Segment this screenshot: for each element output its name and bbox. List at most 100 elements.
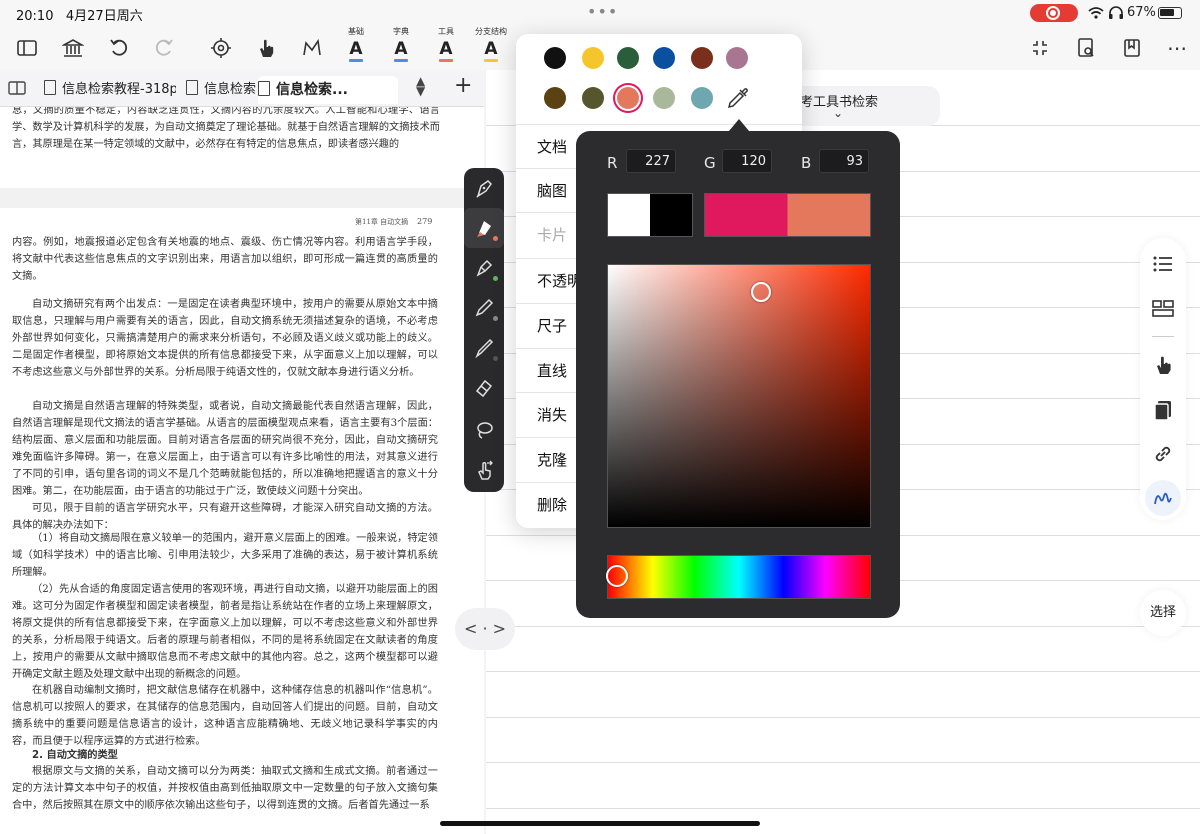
- select-button[interactable]: 选择: [1140, 590, 1186, 636]
- paragraph: （1）将自动文摘局限在意义较单一的范围内，避开意义层面上的困难。一般来说，特定领…: [12, 533, 438, 578]
- library-icon[interactable]: [59, 34, 87, 62]
- hue-knob[interactable]: [606, 565, 628, 587]
- blue-label: B: [801, 154, 812, 172]
- right-sidebar: [1140, 238, 1186, 520]
- tab-document-2[interactable]: 信息检索: [186, 76, 256, 104]
- red-field[interactable]: 227: [626, 149, 676, 173]
- multitask-dots-icon[interactable]: •••: [587, 2, 618, 21]
- headphones-icon: [1109, 6, 1123, 19]
- color-swatch[interactable]: [617, 47, 639, 69]
- pen-tool-column: [464, 168, 504, 492]
- tab-document-1[interactable]: 信息检索教程-318p: [44, 76, 176, 104]
- page-header: 第11章 自动文摘 279: [355, 217, 433, 226]
- picker-arrow: [729, 119, 749, 131]
- paragraph: （2）先从合适的角度固定语言使用的客观环境，再进行自动文摘，以避开功能层面上的困…: [12, 584, 438, 680]
- redo-icon[interactable]: [150, 34, 178, 62]
- color-swatch[interactable]: [544, 87, 566, 109]
- chevron-down-icon: ⌄: [833, 106, 844, 120]
- layout-icon[interactable]: [1151, 296, 1175, 320]
- hand-pointer-icon[interactable]: [1151, 353, 1175, 377]
- divider: [1152, 336, 1174, 337]
- paragraph: 根据原文与文摘的关系，自动文摘可以分为两类：抽取式文摘和生成式文摘。前者通过一定…: [12, 766, 438, 811]
- settings-icon[interactable]: [207, 34, 235, 62]
- blue-field[interactable]: 93: [819, 149, 869, 173]
- color-swatch[interactable]: [653, 87, 675, 109]
- format-branch-button[interactable]: 分支结构 A: [471, 26, 511, 62]
- color-preview: [704, 193, 871, 237]
- list-icon[interactable]: [1151, 252, 1175, 276]
- color-swatch[interactable]: [691, 87, 713, 109]
- sv-knob[interactable]: [751, 282, 771, 302]
- reference-tab[interactable]: 参考工具书检索 ⌄: [785, 86, 940, 126]
- section-heading: 2. 自动文摘的类型: [32, 750, 118, 761]
- ruled-line: [486, 808, 1200, 809]
- marker-icon[interactable]: [464, 248, 504, 288]
- document-pane[interactable]: 息，文摘的质量不稳定，内容缺乏连贯性，文摘内容的冗余度较大。人工智能和心理学、语…: [0, 70, 484, 834]
- link-icon[interactable]: [1151, 442, 1175, 466]
- bookmark-icon[interactable]: [1118, 34, 1146, 62]
- color-swatch[interactable]: [582, 47, 604, 69]
- wifi-icon: [1088, 7, 1104, 19]
- brush-icon[interactable]: [464, 328, 504, 368]
- hue-slider[interactable]: [607, 555, 871, 599]
- fountain-pen-icon[interactable]: [464, 168, 504, 208]
- touch-icon[interactable]: [464, 450, 504, 490]
- collapse-icon[interactable]: [1026, 34, 1054, 62]
- document-icon: [258, 81, 270, 96]
- color-swatch[interactable]: [726, 47, 748, 69]
- paragraph: 自动文摘是自然语言理解的特殊类型，或者说，自动文摘最能代表自然语言理解，因此，自…: [12, 401, 438, 497]
- tab-bar: 信息检索教程-318p 信息检索 信息检索... ▲ ▼ +: [0, 70, 484, 107]
- more-icon[interactable]: ⋯: [1163, 34, 1191, 62]
- home-indicator: [440, 821, 760, 826]
- split-view-icon[interactable]: [8, 81, 26, 95]
- format-dictionary-button[interactable]: 字典 A: [381, 26, 421, 62]
- squiggle-button[interactable]: [1145, 480, 1181, 516]
- sidebar-icon[interactable]: [13, 34, 41, 62]
- paragraph: 自动文摘研究有两个出发点：一是固定在读者典型环境中，按用户的需要从原始文本中摘取…: [12, 299, 438, 378]
- color-swatch-selected[interactable]: [617, 87, 639, 109]
- green-label: G: [704, 154, 716, 172]
- format-tools-button[interactable]: 工具 A: [426, 26, 466, 62]
- eraser-icon[interactable]: [464, 368, 504, 408]
- status-time: 20:10 4月27日周六: [16, 9, 143, 24]
- green-field[interactable]: 120: [722, 149, 772, 173]
- highlight-icon[interactable]: [298, 34, 326, 62]
- undo-icon[interactable]: [105, 34, 133, 62]
- color-swatch[interactable]: [544, 47, 566, 69]
- ruled-line: [486, 762, 1200, 763]
- document-top-text: 息，文摘的质量不稳定，内容缺乏连贯性，文摘内容的冗余度较大。人工智能和心理学、语…: [12, 105, 440, 150]
- color-swatch[interactable]: [691, 47, 713, 69]
- add-tab-icon[interactable]: +: [454, 73, 472, 98]
- eyedropper-icon[interactable]: [726, 86, 750, 110]
- page-nav-pill[interactable]: < · >: [455, 608, 515, 650]
- tab-document-3[interactable]: 信息检索...: [258, 76, 398, 104]
- bw-preview[interactable]: [607, 193, 693, 237]
- recording-indicator[interactable]: [1030, 4, 1078, 22]
- format-basic-button[interactable]: 基础 A: [336, 26, 376, 62]
- ruled-line: [486, 626, 1200, 627]
- record-icon: [1046, 6, 1060, 20]
- copy-icon[interactable]: [1151, 398, 1175, 422]
- battery-icon: [1158, 7, 1182, 19]
- status-bar: 20:10 4月27日周六 ••• 67%: [0, 0, 1200, 26]
- ruled-line: [486, 717, 1200, 718]
- paragraph: 内容。例如，地震报道必定包含有关地震的地点、震级、伤亡情况等内容。利用语言学手段…: [12, 237, 438, 282]
- squiggle-icon: [1154, 492, 1172, 505]
- color-swatch[interactable]: [653, 47, 675, 69]
- lasso-icon[interactable]: [464, 410, 504, 450]
- color-swatch[interactable]: [582, 87, 604, 109]
- red-label: R: [607, 154, 618, 172]
- saturation-value-square[interactable]: [607, 264, 871, 528]
- page-break: [0, 188, 484, 208]
- hand-icon[interactable]: [252, 34, 280, 62]
- document-icon: [186, 80, 198, 95]
- highlighter-icon[interactable]: [464, 208, 504, 248]
- pencil-icon[interactable]: [464, 288, 504, 328]
- paragraph: 可见，限于目前的语言学研究水平，只有避开这些障碍，才能深入研究自动文摘的方法。具…: [12, 503, 438, 531]
- document-icon: [44, 80, 56, 95]
- battery-percent: 67%: [1127, 5, 1156, 20]
- reorder-icon[interactable]: ▲ ▼: [416, 75, 425, 97]
- search-document-icon[interactable]: [1072, 34, 1100, 62]
- color-picker: R 227 G 120 B 93: [576, 131, 900, 618]
- ruled-line: [486, 671, 1200, 672]
